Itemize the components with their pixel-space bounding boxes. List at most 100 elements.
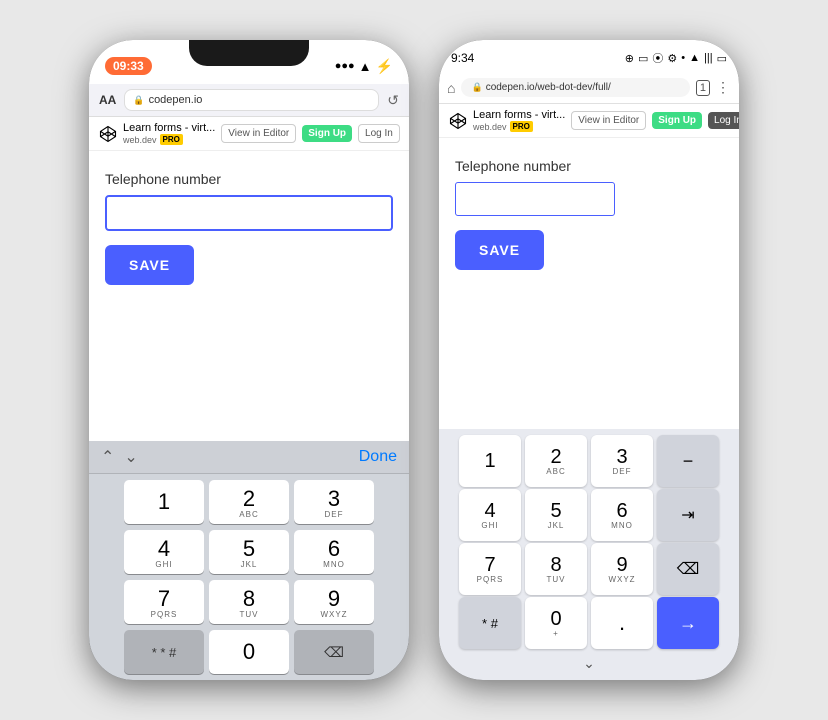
menu-icon[interactable]: ⋮	[716, 79, 731, 96]
android-key-backspace[interactable]: ⌫	[657, 543, 719, 595]
android-url-text: codepen.io/web-dot-dev/full/	[486, 82, 611, 93]
settings-icon: ⚙	[667, 52, 677, 65]
pro-badge: PRO	[160, 134, 183, 145]
android-keyboard-row-4: * # 0 + . →	[445, 597, 733, 649]
telephone-input[interactable]	[105, 195, 393, 231]
url-bar[interactable]: 🔒 codepen.io	[124, 89, 379, 111]
android-key-0[interactable]: 0 +	[525, 597, 587, 649]
left-phone: 09:33 ●●● ▲ ⚡ AA 🔒 codepen.io ↺ Learn fo…	[89, 40, 409, 680]
cast-icon: ▭	[638, 52, 648, 65]
notch	[189, 40, 309, 66]
android-key-dot[interactable]: .	[591, 597, 653, 649]
android-key-1[interactable]: 1	[459, 435, 521, 487]
android-signup-button[interactable]: Sign Up	[652, 112, 702, 129]
wifi-icon: ▲	[359, 59, 372, 74]
key-3[interactable]: 3DEF	[294, 480, 374, 524]
key-2[interactable]: 2ABC	[209, 480, 289, 524]
keyboard-row-3: 7PQRS 8TUV 9WXYZ	[93, 580, 405, 624]
status-time: 09:33	[105, 57, 152, 75]
key-6[interactable]: 6MNO	[294, 530, 374, 574]
keyboard-rows: 1 2ABC 3DEF 4GHI 5JKL 6MNO 7PQRS 8TUV 9W…	[89, 474, 409, 680]
android-keyboard-row-1: 1 2 ABC 3 DEF −	[445, 435, 733, 487]
key-5[interactable]: 5JKL	[209, 530, 289, 574]
key-delete[interactable]: ⌫	[294, 630, 374, 674]
android-key-3[interactable]: 3 DEF	[591, 435, 653, 487]
android-codepen-toolbar: Learn forms - virt... web.dev PRO View i…	[439, 104, 739, 138]
android-view-in-editor-button[interactable]: View in Editor	[571, 111, 646, 130]
login-button[interactable]: Log In	[358, 124, 400, 143]
signal-icon: ●●●	[335, 60, 355, 72]
charging-icon: ⊕	[625, 52, 634, 65]
android-status-icons: ⊕ ▭ ⦿ ⚙ • ▲ ||| ▭	[625, 50, 727, 66]
key-9[interactable]: 9WXYZ	[294, 580, 374, 624]
android-keyboard-row-2: 4 GHI 5 JKL 6 MNO ⇥	[445, 489, 733, 541]
tabs-icon[interactable]: 1	[696, 80, 710, 96]
key-4[interactable]: 4GHI	[124, 530, 204, 574]
android-codepen-logo-icon	[449, 112, 467, 130]
codepen-info: Learn forms - virt... web.dev PRO	[123, 122, 215, 145]
android-key-5[interactable]: 5 JKL	[525, 489, 587, 541]
ios-keyboard: ⌃ ⌄ Done 1 2ABC 3DEF 4GHI 5JKL 6MNO 7PQR…	[89, 441, 409, 680]
android-key-8[interactable]: 8 TUV	[525, 543, 587, 595]
keyboard-row-2: 4GHI 5JKL 6MNO	[93, 530, 405, 574]
key-8[interactable]: 8TUV	[209, 580, 289, 624]
android-browser-bar: ⌂ 🔒 codepen.io/web-dot-dev/full/ 1 ⋮	[439, 72, 739, 104]
battery-icon-android: ▭	[717, 52, 727, 65]
android-page-content: Telephone number SAVE	[439, 138, 739, 429]
codepen-toolbar: Learn forms - virt... web.dev PRO View i…	[89, 117, 409, 151]
android-key-tab[interactable]: ⇥	[657, 489, 719, 541]
keyboard-row-1: 1 2ABC 3DEF	[93, 480, 405, 524]
right-phone: 9:34 ⊕ ▭ ⦿ ⚙ • ▲ ||| ▭ ⌂ 🔒 codepen.io/we…	[439, 40, 739, 680]
battery-icon: ⚡	[376, 58, 393, 75]
lock-icon: 🔒	[133, 95, 144, 106]
android-telephone-label: Telephone number	[455, 158, 723, 174]
android-key-4[interactable]: 4 GHI	[459, 489, 521, 541]
android-login-button[interactable]: Log In	[708, 112, 739, 129]
android-key-6[interactable]: 6 MNO	[591, 489, 653, 541]
url-text: codepen.io	[149, 94, 203, 106]
wifi-icon-android: ▲	[689, 52, 700, 64]
android-key-symbols[interactable]: * #	[459, 597, 521, 649]
android-telephone-input[interactable]	[455, 182, 615, 216]
android-codepen-title: Learn forms - virt...	[473, 109, 565, 121]
aa-button[interactable]: AA	[99, 93, 116, 107]
android-key-9[interactable]: 9 WXYZ	[591, 543, 653, 595]
android-keyboard-row-3: 7 PQRS 8 TUV 9 WXYZ ⌫	[445, 543, 733, 595]
android-codepen-info: Learn forms - virt... web.dev PRO	[473, 109, 565, 132]
home-icon[interactable]: ⌂	[447, 80, 455, 96]
view-in-editor-button[interactable]: View in Editor	[221, 124, 296, 143]
keyboard-done-button[interactable]: Done	[359, 448, 397, 466]
signup-button[interactable]: Sign Up	[302, 125, 352, 142]
codepen-title: Learn forms - virt...	[123, 122, 215, 134]
android-time: 9:34	[451, 51, 474, 65]
android-save-button[interactable]: SAVE	[455, 230, 544, 270]
prev-field-button[interactable]: ⌃	[101, 447, 114, 467]
key-symbols[interactable]: * * #	[124, 630, 204, 674]
save-button[interactable]: SAVE	[105, 245, 194, 285]
android-codepen-domain: web.dev PRO	[473, 121, 565, 132]
codepen-logo-icon	[99, 125, 117, 143]
location-icon: ⦿	[652, 50, 663, 66]
android-status-bar: 9:34 ⊕ ▭ ⦿ ⚙ • ▲ ||| ▭	[439, 40, 739, 72]
more-icon: •	[681, 52, 685, 64]
keyboard-row-4: * * # 0 ⌫	[93, 630, 405, 674]
key-7[interactable]: 7PQRS	[124, 580, 204, 624]
android-key-go[interactable]: →	[657, 597, 719, 649]
reload-icon[interactable]: ↺	[387, 92, 399, 109]
android-key-2[interactable]: 2 ABC	[525, 435, 587, 487]
key-0[interactable]: 0	[209, 630, 289, 674]
android-keyboard: 1 2 ABC 3 DEF − 4 GHI	[439, 429, 739, 680]
android-url-bar[interactable]: 🔒 codepen.io/web-dot-dev/full/	[461, 78, 689, 97]
next-field-button[interactable]: ⌄	[124, 447, 137, 467]
key-1[interactable]: 1	[124, 480, 204, 524]
android-keyboard-rows: 1 2 ABC 3 DEF − 4 GHI	[439, 433, 739, 651]
signal-icon-android: |||	[704, 52, 713, 64]
keyboard-nav: ⌃ ⌄	[101, 447, 138, 467]
android-pro-badge: PRO	[510, 121, 533, 132]
page-content: Telephone number SAVE	[89, 151, 409, 441]
status-icons: ●●● ▲ ⚡	[335, 58, 393, 75]
android-key-7[interactable]: 7 PQRS	[459, 543, 521, 595]
android-key-minus[interactable]: −	[657, 435, 719, 487]
keyboard-toolbar: ⌃ ⌄ Done	[89, 441, 409, 474]
keyboard-collapse-icon[interactable]: ⌄	[439, 651, 739, 676]
